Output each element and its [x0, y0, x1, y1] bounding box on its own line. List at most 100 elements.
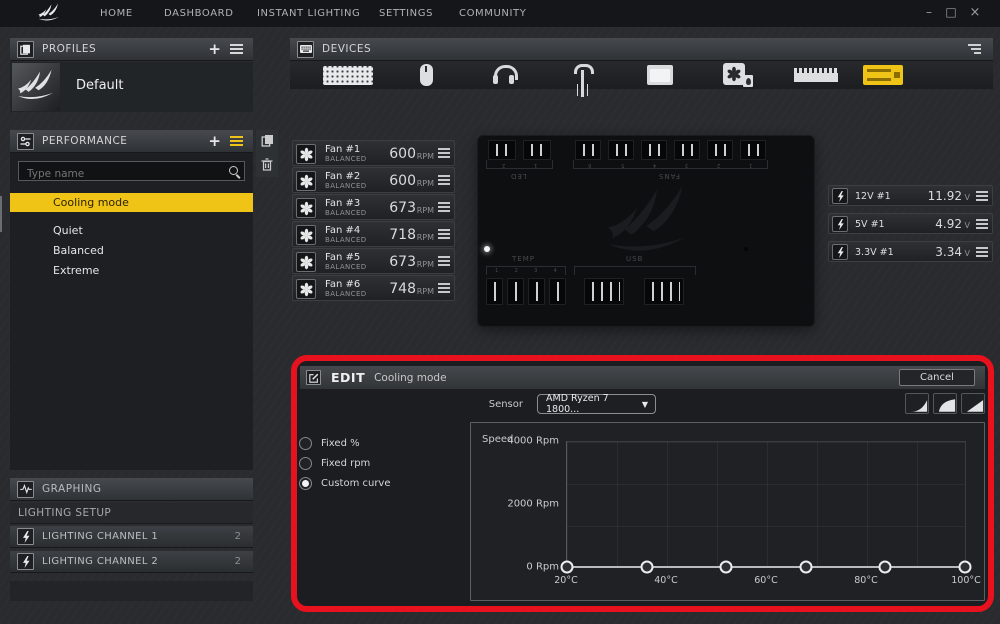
scroll-indicator	[0, 196, 2, 232]
status-led	[484, 246, 490, 252]
channel-label: LIGHTING CHANNEL 2	[42, 556, 158, 567]
plot-area[interactable]	[566, 441, 966, 567]
minimize-button[interactable]: –	[920, 0, 938, 27]
radio-fixed-rpm[interactable]: Fixed rpm	[299, 457, 370, 470]
profiles-menu-button[interactable]	[230, 42, 243, 56]
bolt-icon	[17, 553, 34, 570]
fan-menu-button[interactable]	[438, 173, 450, 187]
add-profile-button[interactable]: +	[208, 38, 221, 61]
maximize-button[interactable]: □	[942, 0, 960, 27]
device-tab-memory[interactable]	[786, 61, 846, 89]
graphing-header[interactable]: GRAPHING	[10, 478, 253, 501]
fan-menu-button[interactable]	[438, 281, 450, 295]
device-tab-headset[interactable]	[474, 61, 534, 89]
sensor-value: AMD Ryzen 7 1800...	[546, 393, 642, 415]
close-button[interactable]: ×	[966, 0, 984, 27]
fan-menu-button[interactable]	[438, 146, 450, 160]
curve-point-6[interactable]	[959, 561, 972, 574]
search-box	[18, 161, 245, 181]
add-performance-mode-button[interactable]: +	[208, 130, 221, 153]
fan-mode: BALANCED	[325, 209, 367, 217]
nav-dashboard[interactable]: DASHBOARD	[164, 0, 234, 27]
performance-side-toolbar	[256, 130, 278, 177]
voltage-value: 4.92	[935, 217, 962, 231]
devices-sort-button[interactable]	[968, 42, 981, 56]
mode-item-balanced[interactable]: Balanced	[10, 241, 253, 260]
fan-mode: BALANCED	[325, 155, 367, 163]
profile-item-default[interactable]: Default	[10, 62, 253, 112]
nav-settings[interactable]: SETTINGS	[379, 0, 433, 27]
curve-point-1[interactable]	[561, 561, 574, 574]
curve-preset-concave-button[interactable]	[905, 393, 929, 414]
ytick-4000: 4000 Rpm	[471, 436, 559, 447]
search-icon	[229, 166, 238, 175]
device-tab-headset-stand[interactable]	[552, 61, 612, 89]
mode-item-cooling[interactable]: Cooling mode	[10, 193, 253, 212]
bolt-icon	[17, 528, 34, 545]
xtick-100: 100°C	[951, 575, 981, 586]
fan-menu-button[interactable]	[438, 227, 450, 241]
nav-instant-lighting[interactable]: INSTANT LIGHTING	[257, 0, 360, 27]
mode-item-extreme[interactable]: Extreme	[10, 261, 253, 280]
mode-item-quiet[interactable]: Quiet	[10, 221, 253, 240]
device-tab-commander-selected[interactable]	[853, 61, 913, 89]
corsair-link-window: { "colors": { "accent_yellow": "#f0c417"…	[0, 0, 1000, 624]
annotation-highlight-box: EDIT Cooling mode Cancel Sensor AMD Ryze…	[291, 355, 994, 612]
lighting-channel-1-row[interactable]: LIGHTING CHANNEL 1 2	[10, 526, 253, 548]
sensor-dropdown[interactable]: AMD Ryzen 7 1800... ▼	[537, 394, 656, 414]
fan-curve-chart: Speed 4000 Rpm 2000 Rpm 0 Rpm 20°C 40°C …	[470, 422, 985, 601]
trash-icon[interactable]	[261, 156, 273, 175]
fan-row-1[interactable]: Fan #1 BALANCED 600 RPM	[292, 140, 455, 166]
curve-preset-linear-button[interactable]	[961, 393, 985, 414]
radio-fixed-percent[interactable]: Fixed %	[299, 437, 360, 450]
radio-custom-curve[interactable]: Custom curve	[299, 477, 391, 490]
fan-row-4[interactable]: Fan #4 BALANCED 718 RPM	[292, 221, 455, 247]
curve-preset-convex-button[interactable]	[933, 393, 957, 414]
voltage-menu-button[interactable]	[976, 217, 988, 231]
lighting-setup-row[interactable]: LIGHTING SETUP	[10, 503, 253, 524]
fan-row-5[interactable]: Fan #5 BALANCED 673 RPM	[292, 248, 455, 274]
voltage-menu-button[interactable]	[976, 245, 988, 259]
fan-icon	[296, 144, 316, 164]
search-input[interactable]	[19, 165, 244, 183]
nav-community[interactable]: COMMUNITY	[459, 0, 526, 27]
curve-point-4[interactable]	[799, 561, 812, 574]
profile-avatar	[12, 63, 60, 111]
fan-rpm-unit: RPM	[417, 179, 434, 188]
voltage-menu-button[interactable]	[976, 189, 988, 203]
fan-row-3[interactable]: Fan #3 BALANCED 673 RPM	[292, 194, 455, 220]
xtick-20: 20°C	[554, 575, 577, 586]
curve-point-5[interactable]	[879, 561, 892, 574]
voltage-row-5v[interactable]: 5V #1 4.92 V	[828, 213, 993, 234]
droplet-icon	[746, 78, 751, 85]
performance-title: PERFORMANCE	[42, 135, 127, 147]
device-tab-cooler[interactable]	[708, 61, 768, 89]
fan-icon	[296, 225, 316, 245]
commander-pro-device-image: 21 LED 654321 FANS TEMP 1234 USB	[478, 136, 814, 326]
cancel-button[interactable]: Cancel	[899, 369, 975, 386]
fan-row-2[interactable]: Fan #2 BALANCED 600 RPM	[292, 167, 455, 193]
device-tab-keyboard[interactable]	[318, 61, 378, 89]
nav-home[interactable]: HOME	[100, 0, 133, 27]
device-tab-mouse[interactable]	[396, 61, 456, 89]
radio-circle	[299, 437, 312, 450]
fan-row-6[interactable]: Fan #6 BALANCED 748 RPM	[292, 275, 455, 301]
fan-menu-button[interactable]	[438, 254, 450, 268]
fan-menu-button[interactable]	[438, 200, 450, 214]
device-icon-bar	[290, 61, 993, 89]
voltage-value: 11.92	[928, 189, 962, 203]
device-tab-mousemat[interactable]	[630, 61, 690, 89]
performance-menu-button[interactable]	[230, 134, 243, 148]
fan-name: Fan #2	[325, 171, 360, 182]
fan-rpm-unit: RPM	[417, 260, 434, 269]
curve-point-3[interactable]	[720, 561, 733, 574]
lighting-channel-2-row[interactable]: LIGHTING CHANNEL 2 2	[10, 551, 253, 573]
fan-rpm-value: 673	[389, 254, 416, 270]
profiles-header: PROFILES +	[10, 38, 253, 61]
curve-point-2[interactable]	[640, 561, 653, 574]
voltage-row-3v3[interactable]: 3.3V #1 3.34 V	[828, 241, 993, 262]
voltage-row-12v[interactable]: 12V #1 11.92 V	[828, 185, 993, 206]
fan-icon	[296, 198, 316, 218]
copy-icon[interactable]	[261, 132, 274, 151]
radio-circle	[299, 457, 312, 470]
